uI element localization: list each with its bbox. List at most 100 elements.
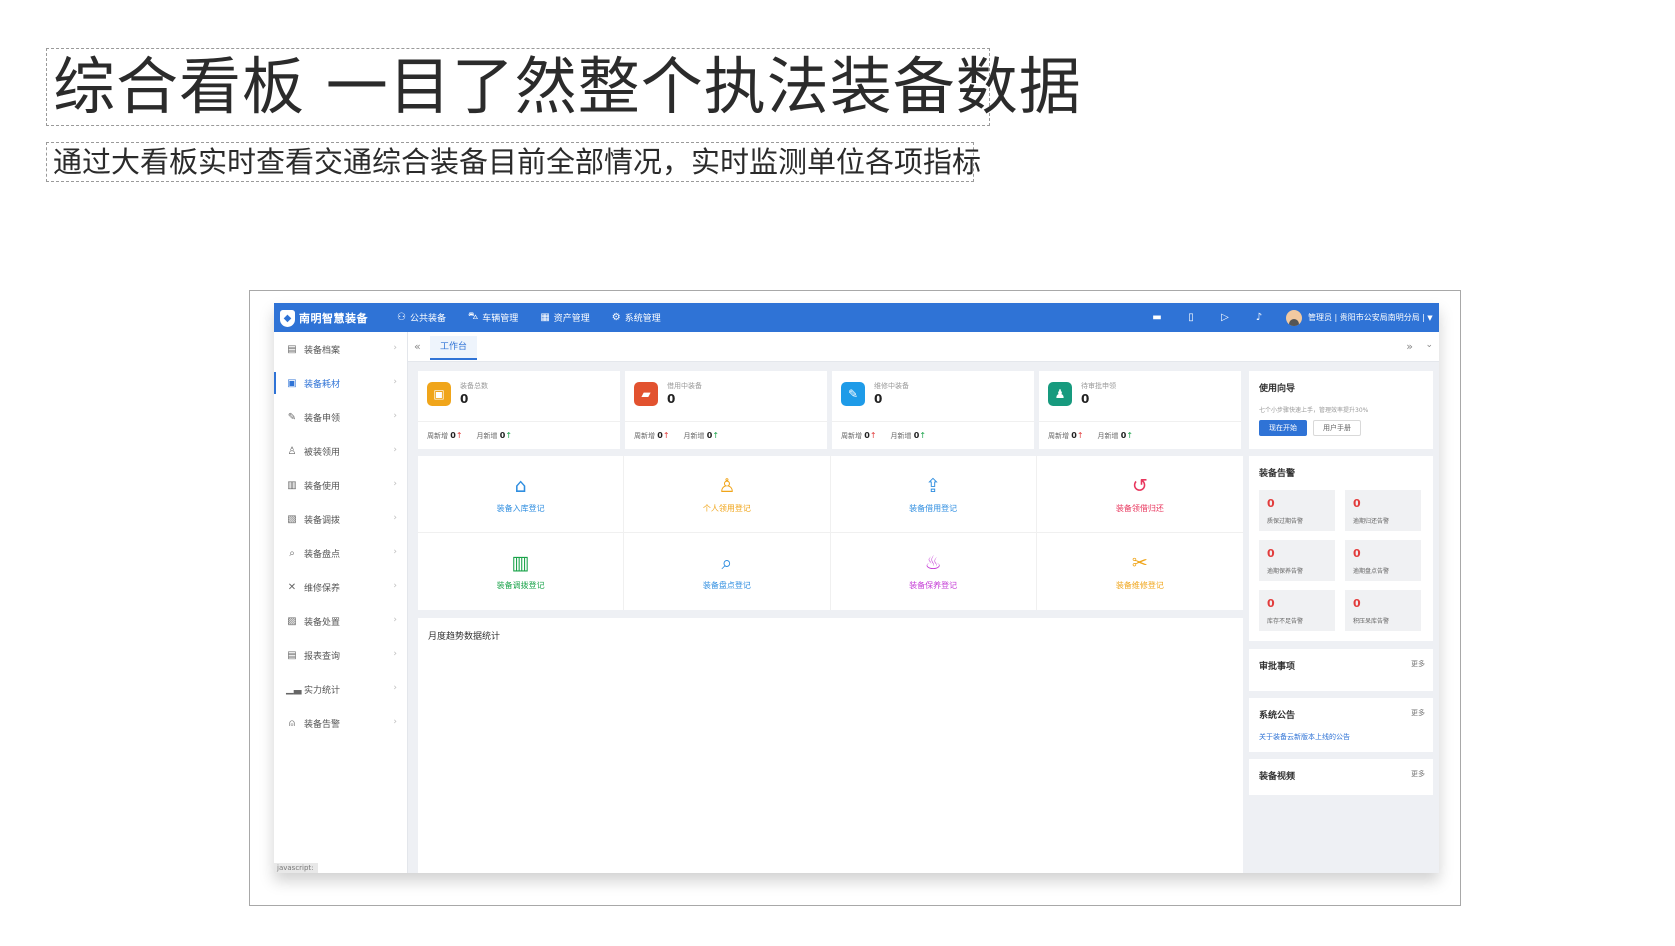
month-label: 月新增 bbox=[476, 431, 498, 440]
sidebar-item-inventory[interactable]: ⌕ 装备盘点 › bbox=[274, 536, 407, 570]
user-menu[interactable]: 管理员 | 贵阳市公安局南明分局 | bbox=[1308, 312, 1425, 323]
sidebar-item-label: 装备耗材 bbox=[304, 379, 341, 390]
quick-action-borrow[interactable]: ⇪ 装备借用登记 bbox=[830, 456, 1037, 533]
chevron-right-icon: › bbox=[393, 411, 397, 421]
week-label: 周新增 bbox=[841, 431, 862, 440]
nav-item-vehicles[interactable]: ⛍ 车辆管理 bbox=[457, 303, 529, 332]
arrow-up-icon: ↑ bbox=[1126, 430, 1134, 440]
chevron-down-icon[interactable]: ▼ bbox=[1425, 314, 1435, 322]
alarm-count: 0 bbox=[1353, 497, 1361, 510]
alarm-label: 逾期归还告警 bbox=[1353, 518, 1390, 525]
quick-action-return[interactable]: ↺ 装备领借归还 bbox=[1036, 456, 1243, 533]
alarm-icon: ⍝ bbox=[289, 717, 295, 729]
mobile-icon[interactable]: ▯ bbox=[1174, 312, 1208, 323]
sidebar-item-uniform[interactable]: ♙ 被装领用 › bbox=[274, 434, 407, 468]
stat-card-repairing[interactable]: ✎ 维修中装备 0 周新增 0↑ 月新增 0↑ bbox=[832, 371, 1034, 449]
bell-icon[interactable]: ♪ bbox=[1242, 312, 1276, 323]
arrow-up-icon: ↑ bbox=[662, 430, 670, 440]
alarm-low-stock[interactable]: 0 库存不足告警 bbox=[1259, 590, 1335, 631]
quick-action-repair[interactable]: ✂ 装备维修登记 bbox=[1037, 533, 1243, 610]
sidebar-item-label: 装备调拨 bbox=[304, 515, 341, 526]
quick-action-inventory[interactable]: ⌕ 装备盘点登记 bbox=[624, 533, 831, 610]
user-manual-button[interactable]: 用户手册 bbox=[1313, 420, 1361, 436]
sidebar-item-statistics[interactable]: ▁▃ 实力统计 › bbox=[274, 672, 407, 706]
sidebar-item-transfer[interactable]: ▧ 装备调拨 › bbox=[274, 502, 407, 536]
sidebar-item-consumables[interactable]: ▣ 装备耗材 › bbox=[274, 366, 407, 400]
sidebar-item-usage[interactable]: ▥ 装备使用 › bbox=[274, 468, 407, 502]
alarm-count: 0 bbox=[1267, 497, 1275, 510]
quick-action-label: 个人领用登记 bbox=[702, 503, 751, 513]
alarm-overdue-maintenance[interactable]: 0 逾期保养告警 bbox=[1259, 540, 1335, 581]
tab-scroll-left-icon[interactable]: « bbox=[414, 340, 421, 353]
more-link[interactable]: 更多 bbox=[1411, 708, 1425, 718]
sidebar-item-label: 装备盘点 bbox=[304, 549, 341, 560]
stat-card-pending[interactable]: ♟ 待审批申领 0 周新增 0↑ 月新增 0↑ bbox=[1039, 371, 1241, 449]
app-logo[interactable]: ◆ 南明智慧装备 bbox=[280, 309, 368, 327]
stat-footer: 周新增 0↑ 月新增 0↑ bbox=[1039, 421, 1241, 449]
video-icon[interactable]: ▷ bbox=[1208, 312, 1242, 323]
sidebar-item-reports[interactable]: ▤ 报表查询 › bbox=[274, 638, 407, 672]
chevron-right-icon: › bbox=[393, 717, 397, 727]
alarm-label: 逾期盘点告警 bbox=[1353, 568, 1390, 575]
chevron-right-icon: › bbox=[393, 377, 397, 387]
nav-item-system[interactable]: ⚙ 系统管理 bbox=[601, 303, 672, 332]
shield-logo-icon: ◆ bbox=[280, 309, 295, 327]
message-icon[interactable]: ▬ bbox=[1140, 312, 1174, 323]
stat-card-borrowed[interactable]: ▰ 借用中装备 0 周新增 0↑ 月新增 0↑ bbox=[625, 371, 827, 449]
avatar[interactable] bbox=[1285, 309, 1302, 326]
alarm-count: 0 bbox=[1267, 597, 1275, 610]
monthly-trend-panel: 月度趋势数据统计 bbox=[418, 618, 1243, 873]
alarm-overdue-return[interactable]: 0 逾期归还告警 bbox=[1345, 490, 1421, 531]
quick-action-label: 装备盘点登记 bbox=[702, 581, 751, 590]
top-nav: ⚇ 公共装备 ⛍ 车辆管理 ▦ 资产管理 ⚙ 系统管理 bbox=[386, 303, 672, 332]
stat-footer: 周新增 0↑ 月新增 0↑ bbox=[625, 421, 827, 449]
stat-card-total[interactable]: ▣ 装备总数 0 周新增 0↑ 月新增 0↑ bbox=[418, 371, 620, 449]
arrow-up-icon: ↑ bbox=[455, 430, 463, 440]
sidebar-item-label: 装备档案 bbox=[304, 345, 341, 356]
quick-action-label: 装备维修登记 bbox=[1115, 581, 1164, 590]
building-icon: ▦ bbox=[540, 312, 550, 323]
sidebar-item-label: 实力统计 bbox=[304, 685, 341, 696]
sidebar-item-maintenance[interactable]: ✕ 维修保养 › bbox=[274, 570, 407, 604]
quick-action-stock-in[interactable]: ⌂ 装备入库登记 bbox=[418, 456, 625, 533]
alarm-warranty-expired[interactable]: 0 质保过期告警 bbox=[1259, 490, 1335, 531]
quick-action-transfer[interactable]: ▥ 装备调拨登记 bbox=[418, 533, 625, 610]
arrow-up-icon: ↑ bbox=[919, 430, 927, 440]
start-now-button[interactable]: 现在开始 bbox=[1259, 420, 1307, 436]
tools-icon: ✕ bbox=[287, 581, 297, 593]
notice-item[interactable]: 关于装备云新版本上线的公告 bbox=[1259, 732, 1350, 742]
sidebar-item-disposal[interactable]: ▨ 装备处置 › bbox=[274, 604, 407, 638]
week-label: 周新增 bbox=[1048, 431, 1069, 440]
slide-subtitle: 通过大看板实时查看交通综合装备目前全部情况，实时监测单位各项指标 bbox=[46, 142, 981, 182]
arrow-up-icon: ↑ bbox=[1076, 430, 1084, 440]
chevron-down-icon[interactable]: ⌄ bbox=[1425, 340, 1433, 350]
alarm-overstock[interactable]: 0 积压呆库告警 bbox=[1345, 590, 1421, 631]
sidebar-item-apply[interactable]: ✎ 装备申领 › bbox=[274, 400, 407, 434]
nav-item-assets[interactable]: ▦ 资产管理 bbox=[529, 303, 600, 332]
nav-item-public-equipment[interactable]: ⚇ 公共装备 bbox=[386, 303, 457, 332]
panel-title: 月度趋势数据统计 bbox=[428, 632, 501, 642]
more-link[interactable]: 更多 bbox=[1411, 659, 1425, 669]
uniform-icon: ♙ bbox=[287, 445, 297, 457]
top-right-tools: ▬ ▯ ▷ ♪ 管理员 | 贵阳市公安局南明分局 | ▼ bbox=[1140, 303, 1435, 332]
chart-icon: ▁▃ bbox=[286, 683, 302, 695]
house-in-icon: ⌂ bbox=[514, 474, 527, 497]
tab-workbench[interactable]: 工作台 bbox=[430, 336, 478, 360]
alarm-label: 积压呆库告警 bbox=[1353, 618, 1390, 625]
tab-scroll-right-icon[interactable]: » bbox=[1406, 340, 1413, 353]
alarm-overdue-inventory[interactable]: 0 逾期盘点告警 bbox=[1345, 540, 1421, 581]
stat-label: 待审批申领 bbox=[1081, 382, 1116, 390]
stat-footer: 周新增 0↑ 月新增 0↑ bbox=[418, 421, 620, 449]
sidebar-item-alarms[interactable]: ⍝ 装备告警 › bbox=[274, 706, 407, 740]
nav-label: 公共装备 bbox=[409, 314, 446, 324]
report-icon: ▤ bbox=[287, 649, 297, 661]
sidebar-item-archive[interactable]: ▤ 装备档案 › bbox=[274, 332, 407, 366]
quick-action-personal-use[interactable]: ♙ 个人领用登记 bbox=[624, 456, 831, 533]
stat-value: 0 bbox=[460, 392, 469, 406]
quick-action-maintain[interactable]: ♨ 装备保养登记 bbox=[831, 533, 1037, 610]
arrow-up-icon: ↑ bbox=[505, 430, 513, 440]
more-link[interactable]: 更多 bbox=[1411, 769, 1425, 779]
sidebar: ▤ 装备档案 › ▣ 装备耗材 › ✎ 装备申领 › ♙ 被装领用 › ▥ 装备使用 › ▧ 装备调拨… bbox=[274, 332, 408, 873]
sidebar-item-label: 装备申领 bbox=[304, 413, 341, 424]
slide-title: 综合看板 一目了然整个执法装备数据 bbox=[46, 48, 1081, 126]
